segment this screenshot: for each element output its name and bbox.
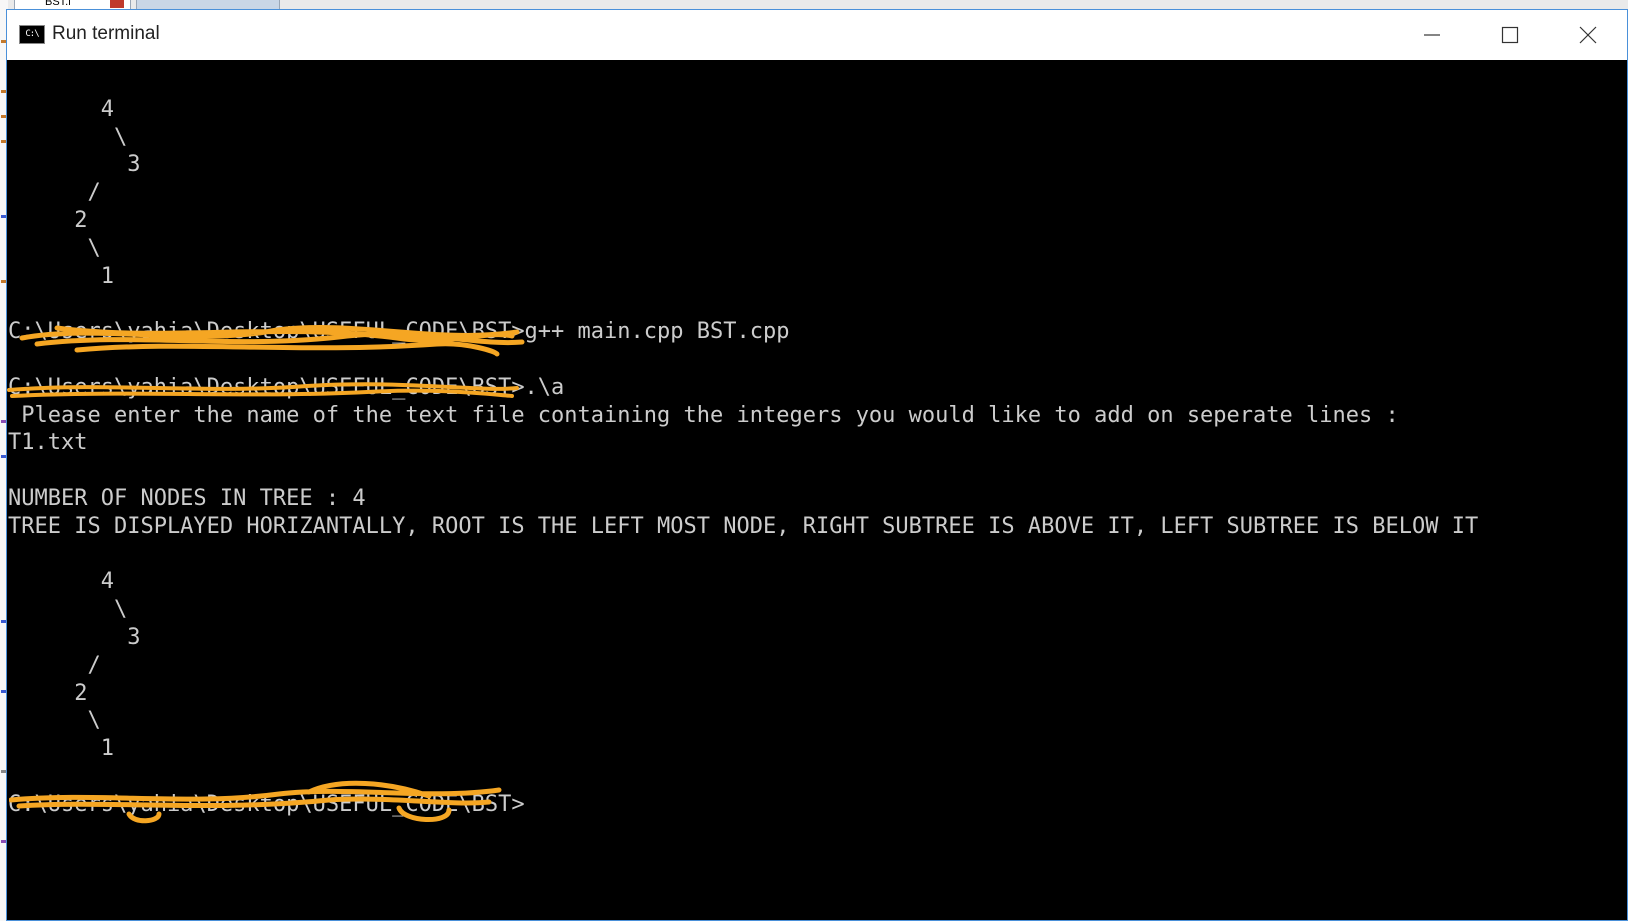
console-app-icon: C:\	[19, 25, 45, 44]
console-line: \	[8, 597, 128, 623]
minimize-button[interactable]	[1393, 10, 1471, 60]
console-line: T1.txt	[8, 430, 88, 456]
console-line: 4	[8, 96, 114, 122]
background-tab-label: BST.l	[45, 0, 71, 8]
terminal-window: C:\ Run terminal 4 \ 3 / 2 \ 1 C:\Users\…	[6, 9, 1628, 921]
background-tab[interactable]: BST.l	[14, 0, 131, 9]
background-tabs: BST.l	[14, 0, 284, 9]
minimize-icon	[1424, 34, 1440, 36]
console-line: 1	[8, 736, 114, 762]
window-title: Run terminal	[52, 23, 160, 44]
console-output[interactable]: 4 \ 3 / 2 \ 1 C:\Users\yahia\Desktop\USEF…	[7, 60, 1627, 920]
console-line: C:\Users\yahia\Desktop\USEFUL_CODE\BST>.…	[8, 374, 565, 400]
console-line: C:\Users\yahia\Desktop\USEFUL_CODE\BST>	[8, 791, 525, 817]
console-line: 4	[8, 569, 114, 595]
close-icon	[1579, 26, 1597, 44]
close-button[interactable]	[1549, 10, 1627, 60]
title-bar[interactable]: C:\ Run terminal	[7, 10, 1627, 60]
background-tab-close-icon[interactable]	[110, 0, 124, 8]
console-line: 3	[8, 152, 141, 178]
console-line: /	[8, 180, 101, 206]
console-line: 2	[8, 208, 88, 233]
console-line: 1	[8, 263, 114, 289]
background-tab[interactable]	[136, 0, 280, 9]
maximize-button[interactable]	[1471, 10, 1549, 60]
console-line: 2	[8, 680, 88, 706]
maximize-icon	[1501, 26, 1519, 44]
console-line: \	[8, 235, 101, 261]
console-line: TREE IS DISPLAYED HORIZANTALLY, ROOT IS …	[8, 513, 1479, 539]
console-line: \	[8, 708, 101, 734]
console-line: C:\Users\yahia\Desktop\USEFUL_CODE\BST>g…	[8, 319, 790, 345]
console-line: Please enter the name of the text file c…	[8, 402, 1399, 428]
console-line: 3	[8, 625, 141, 650]
console-line: NUMBER OF NODES IN TREE : 4	[8, 486, 366, 511]
console-line: \	[8, 124, 128, 150]
console-line: /	[8, 652, 101, 678]
